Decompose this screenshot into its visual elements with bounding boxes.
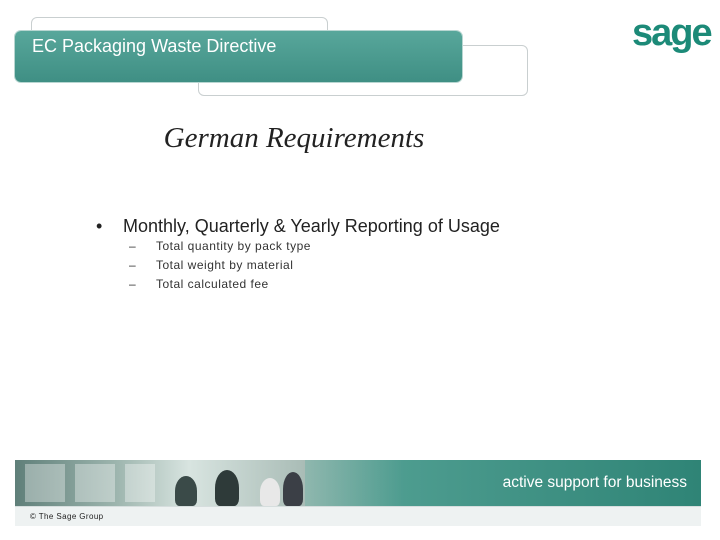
- sub-bullet-marker: –: [129, 277, 136, 291]
- sub-bullet-text: Total calculated fee: [156, 277, 269, 291]
- bullet-text: Monthly, Quarterly & Yearly Reporting of…: [123, 216, 500, 236]
- header-title: EC Packaging Waste Directive: [32, 36, 277, 56]
- footer-tagline: active support for business: [502, 474, 687, 491]
- footer-tagline-band: active support for business: [305, 460, 701, 506]
- sub-bullet-text: Total weight by material: [156, 258, 294, 272]
- slide-heading: German Requirements: [163, 122, 425, 154]
- sage-logo: sage: [632, 12, 713, 54]
- header-title-bar: EC Packaging Waste Directive: [15, 31, 462, 82]
- sub-bullet-text: Total quantity by pack type: [156, 239, 311, 253]
- copyright-notice: © The Sage Group: [30, 512, 104, 521]
- footer-strip: [15, 506, 701, 526]
- sub-bullet-marker: –: [129, 258, 136, 272]
- office-photo-image: [15, 460, 305, 506]
- sub-bullet-marker: –: [129, 239, 136, 253]
- bullet-marker: •: [96, 216, 103, 236]
- footer: active support for business © The Sage G…: [15, 460, 701, 526]
